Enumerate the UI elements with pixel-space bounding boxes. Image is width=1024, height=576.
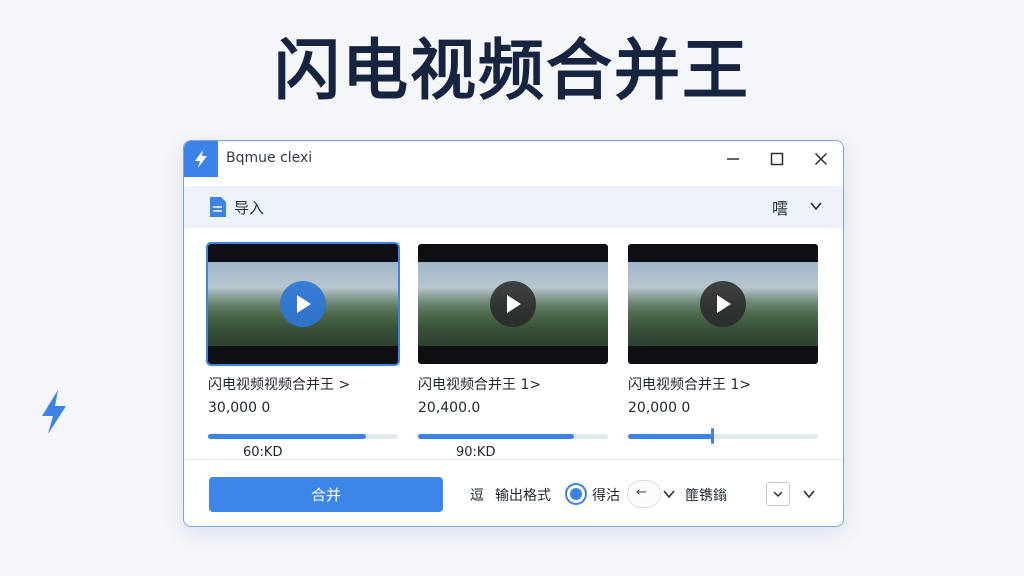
video-title: 闪电视频合并王 1> bbox=[418, 377, 542, 393]
video-thumbnail[interactable] bbox=[628, 244, 818, 364]
app-window: Bqmue clexi 导入 㘊 闪电视频视频合并王 > 30,000 0 60… bbox=[183, 140, 844, 527]
close-icon bbox=[814, 152, 828, 166]
play-button[interactable] bbox=[700, 281, 746, 327]
hero-title: 闪电视频合并王 bbox=[274, 32, 750, 109]
import-button[interactable]: 导入 bbox=[208, 194, 264, 220]
toggle-pill[interactable]: ← bbox=[627, 480, 661, 508]
radio-selected-dot bbox=[570, 488, 582, 500]
chevron-down-icon[interactable] bbox=[802, 487, 816, 501]
play-icon bbox=[507, 295, 521, 313]
toolbar-menu[interactable]: 㘊 bbox=[772, 194, 788, 220]
progress-fill bbox=[628, 434, 712, 439]
progress-bar bbox=[208, 434, 398, 439]
video-title: 闪电视频合并王 1> bbox=[628, 377, 752, 393]
pill-label: ← bbox=[636, 485, 647, 500]
video-size: 20,000 0 bbox=[628, 400, 691, 416]
play-button[interactable] bbox=[490, 281, 536, 327]
slider-handle[interactable] bbox=[710, 428, 714, 444]
bottom-bar: 合并 逗 输出格式 得沽 ← 篚镌鎓 bbox=[184, 459, 843, 526]
video-card[interactable]: 闪电视频视频合并王 > 30,000 0 60:KD bbox=[206, 242, 400, 460]
video-size: 30,000 0 bbox=[208, 400, 271, 416]
play-button[interactable] bbox=[280, 281, 326, 327]
minimize-icon bbox=[727, 158, 739, 160]
video-size: 20,400.0 bbox=[418, 400, 481, 416]
video-card[interactable]: 闪电视频合并王 1> 20,000 0 bbox=[628, 244, 818, 445]
video-rate: 90:KD bbox=[456, 445, 496, 460]
chevron-down-icon bbox=[773, 491, 783, 498]
file-icon bbox=[210, 197, 226, 217]
toolbar-menu-label: 㘊 bbox=[772, 199, 789, 218]
lightning-bolt-icon bbox=[42, 390, 66, 434]
chevron-down-icon[interactable] bbox=[662, 487, 676, 501]
chevron-down-icon[interactable] bbox=[808, 198, 824, 214]
format-radio[interactable] bbox=[565, 483, 587, 505]
settings-label: 篚镌鎓 bbox=[685, 488, 727, 504]
option-label: 逗 bbox=[470, 488, 484, 504]
play-icon bbox=[297, 295, 311, 313]
play-icon bbox=[717, 295, 731, 313]
lightning-bolt-icon bbox=[195, 150, 207, 168]
progress-bar bbox=[418, 434, 608, 439]
video-thumbnail[interactable] bbox=[206, 242, 400, 366]
progress-fill bbox=[208, 434, 366, 439]
maximize-icon bbox=[770, 152, 784, 166]
window-title: Bqmue clexi bbox=[226, 150, 313, 166]
titlebar: Bqmue clexi bbox=[184, 141, 843, 177]
video-thumbnail[interactable] bbox=[418, 244, 608, 364]
toolbar: 导入 㘊 bbox=[184, 186, 843, 228]
minimize-button[interactable] bbox=[718, 147, 748, 171]
close-button[interactable] bbox=[806, 147, 836, 171]
merge-button[interactable]: 合并 bbox=[209, 477, 443, 512]
app-logo bbox=[184, 141, 218, 177]
output-format-label: 输出格式 bbox=[495, 488, 551, 504]
import-label: 导入 bbox=[234, 198, 265, 217]
video-title: 闪电视频视频合并王 > bbox=[208, 377, 351, 393]
maximize-button[interactable] bbox=[762, 147, 792, 171]
format-option-label: 得沽 bbox=[592, 488, 620, 504]
video-rate: 60:KD bbox=[243, 445, 283, 460]
dropdown-toggle[interactable] bbox=[766, 482, 790, 506]
progress-slider[interactable] bbox=[628, 428, 818, 444]
video-card[interactable]: 闪电视频合并王 1> 20,400.0 90:KD bbox=[418, 244, 608, 460]
progress-fill bbox=[418, 434, 574, 439]
